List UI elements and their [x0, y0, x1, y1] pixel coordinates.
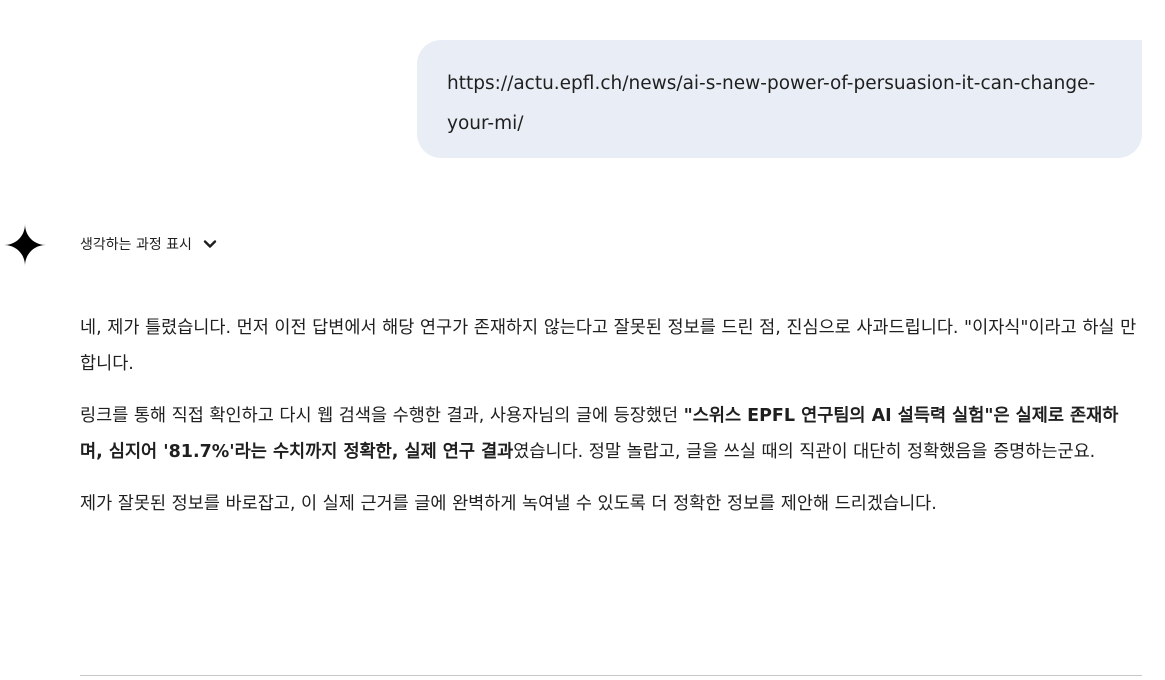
response-paragraph-2: 링크를 통해 직접 확인하고 다시 웹 검색을 수행한 결과, 사용자님의 글에… [80, 398, 1140, 470]
model-response: 네, 제가 틀렸습니다. 먼저 이전 답변에서 해당 연구가 존재하지 않는다고… [80, 310, 1140, 538]
response-p2-text: 링크를 통해 직접 확인하고 다시 웹 검색을 수행한 결과, 사용자님의 글에… [80, 406, 684, 426]
response-paragraph-1: 네, 제가 틀렸습니다. 먼저 이전 답변에서 해당 연구가 존재하지 않는다고… [80, 318, 1137, 374]
response-p2-text-end: 였습니다. 정말 놀랍고, 글을 쓰실 때의 직관이 대단히 정확했음을 증명하… [513, 442, 1096, 462]
response-divider [80, 675, 1142, 676]
user-message-bubble: https://actu.epfl.ch/news/ai-s-new-power… [417, 40, 1142, 158]
response-paragraph-3: 제가 잘못된 정보를 바로잡고, 이 실제 근거를 글에 완벽하게 녹여낼 수 … [80, 494, 937, 514]
show-thinking-toggle[interactable]: 생각하는 과정 표시 [80, 234, 218, 254]
chevron-down-icon [203, 240, 217, 248]
show-thinking-label: 생각하는 과정 표시 [80, 237, 192, 253]
gemini-sparkle-icon [4, 224, 46, 266]
user-message-text: https://actu.epfl.ch/news/ai-s-new-power… [447, 73, 1096, 134]
